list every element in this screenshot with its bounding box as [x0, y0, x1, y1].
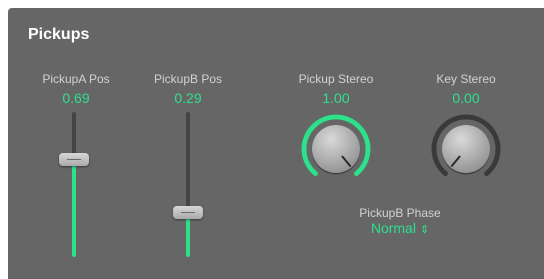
knob-body — [312, 125, 360, 173]
slider-fill — [186, 212, 190, 257]
pickup-stereo-value: 1.00 — [322, 90, 350, 106]
pickup-b-pos-value: 0.29 — [174, 90, 202, 106]
pickup-b-pos-slider[interactable] — [168, 112, 208, 257]
pickup-a-pos-slider[interactable] — [54, 112, 94, 257]
pickup-stereo-knob[interactable] — [298, 111, 374, 187]
slider-thumb[interactable] — [173, 205, 203, 219]
key-stereo-knob[interactable] — [428, 111, 504, 187]
pickup-b-phase-selector[interactable]: Normal ⇕ — [320, 220, 480, 236]
pickup-b-pos-label: PickupB Pos — [153, 72, 223, 86]
knob-body — [442, 125, 490, 173]
pickup-b-phase-label: PickupB Phase — [359, 206, 441, 220]
slider-fill — [72, 159, 76, 257]
pickup-stereo-label: Pickup Stereo — [298, 72, 374, 86]
slider-thumb[interactable] — [59, 152, 89, 166]
pickup-a-pos-label: PickupA Pos — [42, 72, 110, 86]
section-title: Pickups — [28, 26, 90, 43]
pickup-a-pos-value: 0.69 — [62, 90, 90, 106]
updown-chevron-icon: ⇕ — [419, 224, 430, 236]
key-stereo-value: 0.00 — [452, 90, 480, 106]
pickup-b-phase-value: Normal — [370, 220, 416, 236]
key-stereo-label: Key Stereo — [436, 72, 496, 86]
